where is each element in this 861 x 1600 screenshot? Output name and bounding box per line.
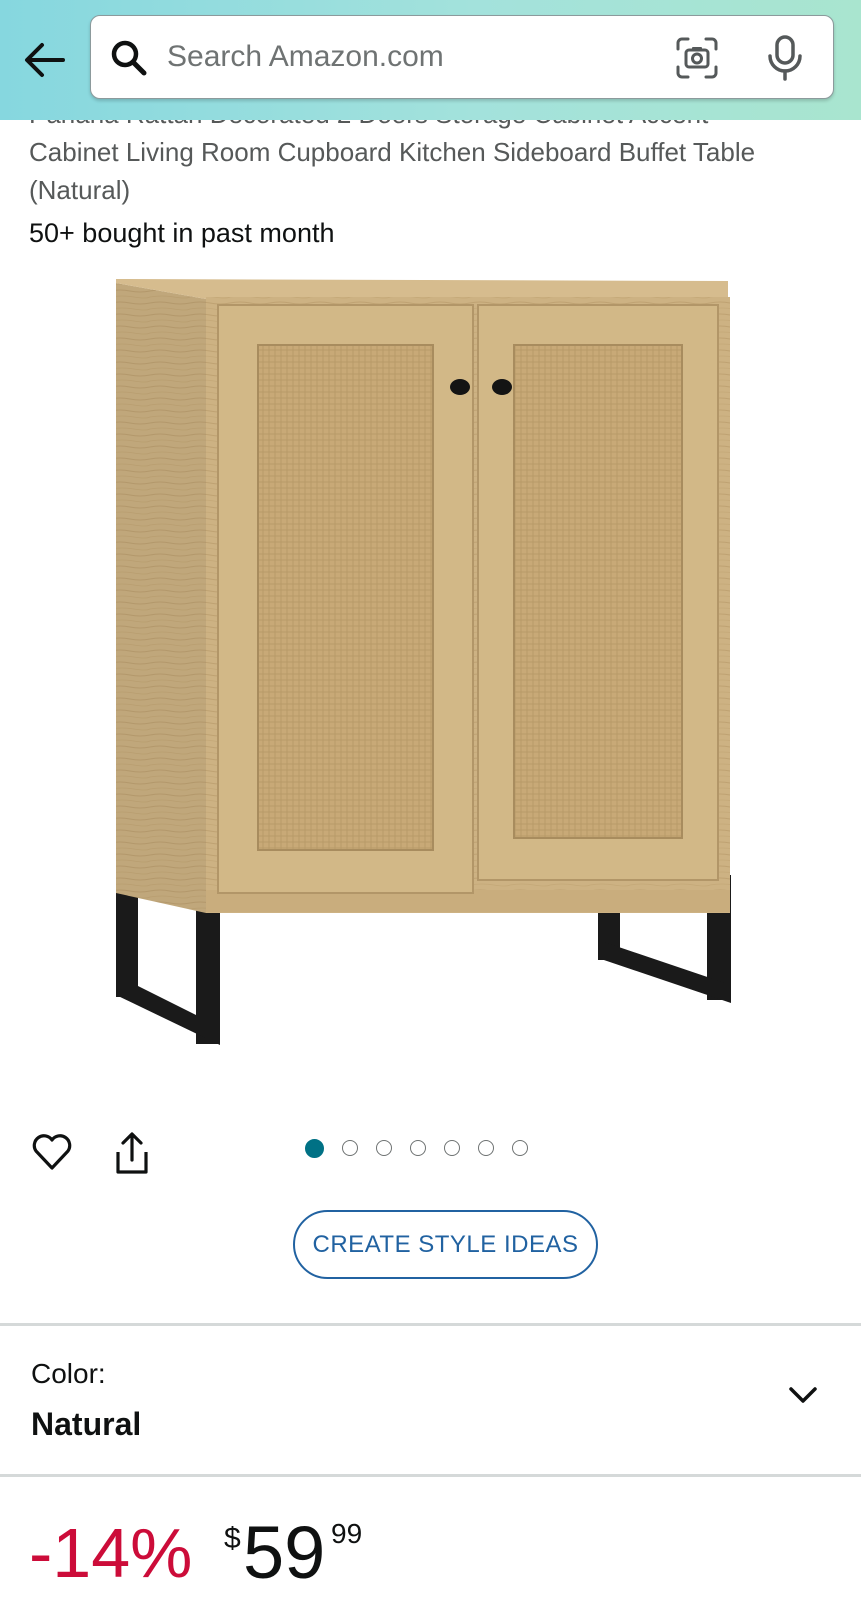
search-icon — [111, 40, 147, 76]
price-whole: 59 — [243, 1511, 326, 1594]
back-button[interactable] — [20, 38, 68, 82]
discount-percent: -14% — [29, 1514, 193, 1592]
color-selector[interactable]: Color: Natural — [0, 1328, 861, 1474]
bought-in-past-month: 50+ bought in past month — [29, 218, 335, 248]
carousel-dot[interactable] — [410, 1140, 426, 1156]
product-title-line-2: Cabinet Living Room Cupboard Kitchen Sid… — [29, 137, 756, 167]
carousel-dot[interactable] — [342, 1140, 358, 1156]
price-currency-symbol: $ — [224, 1522, 241, 1555]
back-arrow-icon — [25, 43, 65, 77]
image-carousel-dots — [305, 1139, 528, 1162]
carousel-dot[interactable] — [478, 1140, 494, 1156]
search-header — [0, 0, 861, 120]
create-style-ideas-button[interactable]: CREATE STYLE IDEAS — [293, 1210, 598, 1279]
search-box[interactable] — [90, 15, 834, 99]
share-icon[interactable] — [111, 1130, 153, 1176]
price-fraction: 99 — [331, 1518, 363, 1549]
search-input[interactable] — [167, 32, 727, 82]
product-title-line-3: (Natural) — [29, 175, 131, 205]
color-value: Natural — [31, 1406, 142, 1442]
microphone-icon[interactable] — [763, 34, 807, 82]
divider — [0, 1474, 861, 1477]
carousel-dot[interactable] — [376, 1140, 392, 1156]
carousel-dot[interactable] — [305, 1139, 324, 1158]
divider — [0, 1323, 861, 1326]
chevron-down-icon — [789, 1387, 817, 1403]
heart-icon[interactable] — [30, 1130, 74, 1172]
color-label: Color: — [31, 1358, 106, 1389]
carousel-dot[interactable] — [512, 1140, 528, 1156]
camera-icon[interactable] — [675, 36, 719, 80]
carousel-dot[interactable] — [444, 1140, 460, 1156]
product-image[interactable] — [110, 275, 750, 1075]
